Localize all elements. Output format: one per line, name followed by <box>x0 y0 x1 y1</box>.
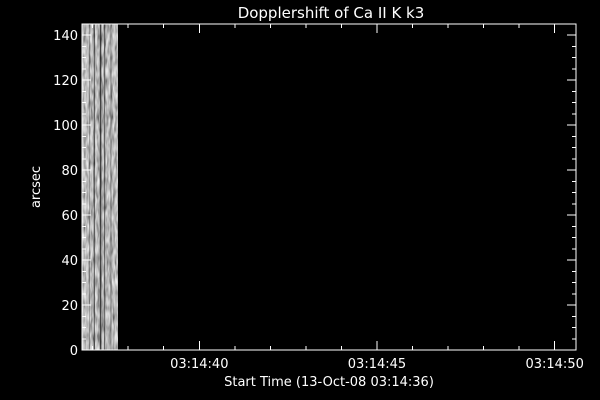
x-tick-label: 03:14:40 <box>170 357 228 372</box>
x-tick-label: 03:14:45 <box>348 357 406 372</box>
doppler-image-strip <box>82 24 118 350</box>
x-tick-label: 03:14:50 <box>525 357 583 372</box>
y-tick-label: 40 <box>61 254 78 269</box>
y-axis-label: arcsec <box>29 166 44 208</box>
chart-title: Dopplershift of Ca II K k3 <box>238 4 425 22</box>
y-axis-tick-labels: 0 20 40 60 80 100 120 140 <box>53 29 78 359</box>
y-tick-label: 20 <box>61 299 78 314</box>
y-tick-label: 120 <box>53 74 78 89</box>
x-axis-ticks <box>92 24 556 350</box>
y-tick-label: 100 <box>53 119 78 134</box>
y-tick-label: 80 <box>61 164 78 179</box>
image-strip-column-2 <box>99 24 102 350</box>
y-tick-label: 0 <box>70 344 78 359</box>
image-strip-column-0 <box>89 24 91 350</box>
image-strip-column-1 <box>93 24 95 350</box>
y-tick-label: 60 <box>61 209 78 224</box>
plot-frame <box>81 23 577 351</box>
y-axis-ticks <box>82 23 576 351</box>
x-axis-tick-labels: 03:14:40 03:14:45 03:14:50 <box>170 357 584 372</box>
x-axis-label: Start Time (13-Oct-08 03:14:36) <box>224 375 434 390</box>
image-strip-column-4 <box>110 24 112 350</box>
y-tick-label: 140 <box>53 29 78 44</box>
image-strip-highlight <box>84 24 88 350</box>
doppler-chart: Dopplershift of Ca II K k3 03:14:40 03:14… <box>0 0 600 400</box>
image-strip-column-3 <box>104 24 106 350</box>
